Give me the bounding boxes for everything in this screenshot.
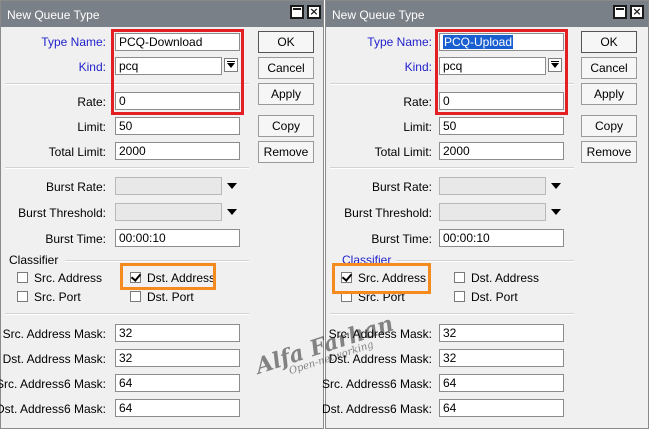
separator: [396, 260, 574, 262]
burst-threshold-dropdown-icon[interactable]: [551, 209, 561, 215]
burst-rate-dropdown-icon[interactable]: [227, 183, 237, 189]
burst-rate-input[interactable]: [115, 177, 222, 195]
src-address6-mask-input[interactable]: 64: [439, 374, 564, 392]
src-address6-mask-label: Src. Address6 Mask:: [0, 377, 106, 391]
type-name-label: Type Name:: [41, 35, 106, 49]
dst-address-mask-input[interactable]: 32: [115, 349, 240, 367]
window-title: New Queue Type: [332, 8, 425, 22]
dst-port-checkbox[interactable]: [130, 291, 141, 302]
remove-button[interactable]: Remove: [258, 141, 314, 163]
dst-address6-mask-input[interactable]: 64: [115, 399, 240, 417]
apply-button[interactable]: Apply: [258, 83, 314, 105]
burst-time-label: Burst Time:: [45, 232, 106, 246]
title-bar: New Queue Type ×: [1, 1, 323, 27]
copy-button[interactable]: Copy: [258, 115, 314, 137]
dst-port-label: Dst. Port: [147, 290, 194, 304]
window-title: New Queue Type: [7, 8, 100, 22]
src-address-mask-input[interactable]: 32: [439, 324, 564, 342]
dst-port-checkbox[interactable]: [454, 291, 465, 302]
dst-port-label: Dst. Port: [471, 290, 518, 304]
dst-address-mask-label: Dst. Address Mask:: [2, 352, 106, 366]
rate-label: Rate:: [77, 95, 106, 109]
burst-rate-input[interactable]: [439, 177, 546, 195]
dst-address6-mask-label: Dst. Address6 Mask:: [321, 402, 432, 416]
separator: [330, 167, 574, 169]
copy-button[interactable]: Copy: [581, 115, 637, 137]
src-port-label: Src. Port: [34, 290, 81, 304]
maximize-icon[interactable]: [290, 5, 304, 19]
dst-address-checkbox[interactable]: [454, 272, 465, 283]
highlight-box: [332, 263, 431, 294]
highlight-box: [120, 263, 216, 290]
burst-rate-label: Burst Rate:: [45, 180, 106, 194]
burst-rate-label: Burst Rate:: [371, 180, 432, 194]
burst-threshold-label: Burst Threshold:: [344, 206, 432, 220]
src-port-checkbox[interactable]: [17, 291, 28, 302]
remove-button[interactable]: Remove: [581, 141, 637, 163]
src-address-checkbox[interactable]: [17, 272, 28, 283]
ok-button[interactable]: OK: [581, 31, 637, 53]
maximize-icon[interactable]: [613, 5, 627, 19]
src-address6-mask-input[interactable]: 64: [115, 374, 240, 392]
dst-address6-mask-input[interactable]: 64: [439, 399, 564, 417]
total-limit-label: Total Limit:: [48, 145, 106, 159]
burst-rate-dropdown-icon[interactable]: [551, 183, 561, 189]
classifier-label: Classifier: [9, 253, 59, 267]
ok-button[interactable]: OK: [258, 31, 314, 53]
src-address-mask-label: Src. Address Mask:: [2, 327, 106, 341]
highlight-box: [111, 29, 244, 115]
highlight-box: [435, 29, 568, 115]
burst-threshold-input[interactable]: [439, 203, 546, 221]
dst-address6-mask-label: Dst. Address6 Mask:: [0, 402, 106, 416]
total-limit-label: Total Limit:: [374, 145, 432, 159]
limit-input[interactable]: 50: [439, 117, 564, 135]
title-bar: New Queue Type ×: [326, 1, 648, 27]
close-icon[interactable]: ×: [630, 5, 644, 19]
type-name-label: Type Name:: [367, 35, 432, 49]
kind-label: Kind:: [78, 60, 106, 74]
src-address6-mask-label: Src. Address6 Mask:: [321, 377, 432, 391]
burst-time-label: Burst Time:: [371, 232, 432, 246]
separator: [5, 167, 249, 169]
rate-label: Rate:: [403, 95, 432, 109]
cancel-button[interactable]: Cancel: [258, 57, 314, 79]
queue-type-window-upload: New Queue Type × Type Name: PCQ-Upload K…: [321, 0, 649, 429]
src-address-label: Src. Address: [34, 271, 103, 285]
burst-time-input[interactable]: 00:00:10: [439, 229, 564, 247]
separator: [5, 313, 249, 315]
burst-threshold-label: Burst Threshold:: [18, 206, 106, 220]
dst-address-label: Dst. Address: [471, 271, 540, 285]
close-icon[interactable]: ×: [307, 5, 321, 19]
apply-button[interactable]: Apply: [581, 83, 637, 105]
separator: [65, 260, 249, 262]
cancel-button[interactable]: Cancel: [581, 57, 637, 79]
total-limit-input[interactable]: 2000: [115, 142, 240, 160]
kind-label: Kind:: [404, 60, 432, 74]
limit-label: Limit:: [403, 120, 432, 134]
burst-threshold-dropdown-icon[interactable]: [227, 209, 237, 215]
limit-input[interactable]: 50: [115, 117, 240, 135]
src-address-mask-input[interactable]: 32: [115, 324, 240, 342]
total-limit-input[interactable]: 2000: [439, 142, 564, 160]
separator: [330, 313, 574, 315]
burst-time-input[interactable]: 00:00:10: [115, 229, 240, 247]
burst-threshold-input[interactable]: [115, 203, 222, 221]
dst-address-mask-input[interactable]: 32: [439, 349, 564, 367]
limit-label: Limit:: [77, 120, 106, 134]
